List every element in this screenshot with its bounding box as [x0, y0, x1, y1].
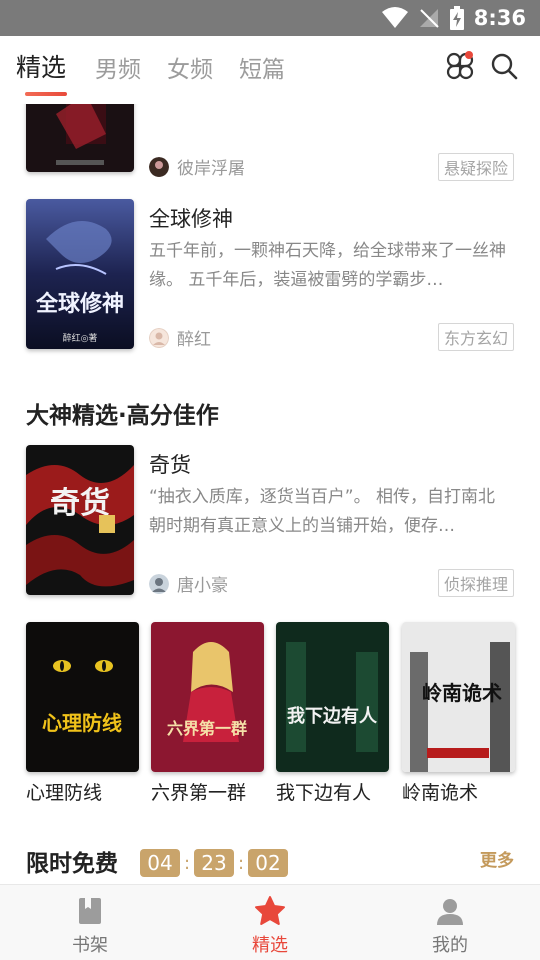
free-section-title: 限时免费 — [26, 851, 118, 877]
grid-book[interactable]: 岭南诡术 岭南诡术 — [402, 622, 515, 805]
tab-male[interactable]: 男频 — [95, 50, 141, 84]
countdown-seconds: 02 — [248, 849, 288, 877]
countdown-timer: 04 : 23 : 02 — [140, 849, 288, 877]
top-tab-bar: 精选 男频 女频 短篇 — [0, 36, 540, 104]
book-description: “抽衣入质库，逐货当百户”。 相传，自打南北朝时期有真正意义上的当铺开始，便存… — [149, 487, 496, 536]
author-avatar — [149, 156, 169, 177]
book-item[interactable]: 彼岸浮屠 悬疑探险 — [0, 104, 540, 184]
grid-book-title: 六界第一群 — [151, 782, 247, 804]
genre-tag: 东方玄幻 — [437, 323, 514, 351]
cover-title: 全球修神 — [35, 291, 124, 317]
genre-tag: 侦探推理 — [437, 569, 514, 597]
bookshelf-icon — [79, 898, 101, 924]
author-name: 醉红 — [177, 330, 211, 350]
no-signal-icon — [419, 9, 439, 28]
book-title: 全球修神 — [149, 207, 233, 231]
grid-book-cover: 六界第一群 — [151, 622, 264, 772]
cover-title: 岭南诡术 — [422, 681, 502, 705]
nav-label: 书架 — [72, 935, 108, 956]
battery-charging-icon — [449, 6, 464, 30]
grid-book-title: 心理防线 — [26, 782, 103, 804]
book-author: 唐小豪 — [149, 571, 228, 596]
bottom-navigation: 书架 精选 我的 — [0, 884, 540, 960]
tab-female[interactable]: 女频 — [167, 50, 213, 84]
profile-icon — [437, 899, 463, 925]
cover-title: 心理防线 — [42, 711, 122, 735]
tab-selected[interactable]: 精选 — [16, 48, 66, 84]
apps-icon[interactable] — [444, 50, 476, 82]
grid-book-cover: 心理防线 — [26, 622, 139, 772]
status-bar: 8:36 — [0, 0, 540, 36]
cover-author: 醉红◎著 — [63, 332, 98, 344]
wifi-icon — [381, 7, 408, 28]
nav-bookshelf[interactable]: 书架 — [30, 885, 150, 960]
grid-book-title: 我下边有人 — [276, 782, 372, 804]
book-item[interactable]: 全球修神 醉红◎著 全球修神 五千年前，一颗神石天降，给全球带来了一丝神缘。 五… — [0, 199, 540, 359]
grid-book-title: 岭南诡术 — [402, 782, 479, 804]
nav-label: 我的 — [432, 935, 468, 956]
genre-tag: 悬疑探险 — [437, 153, 514, 181]
search-icon[interactable] — [488, 50, 520, 82]
grid-book-cover: 我下边有人 — [276, 622, 389, 772]
book-cover: 奇货 — [26, 445, 134, 595]
author-avatar — [149, 327, 169, 348]
book-author: 醉红 — [149, 325, 211, 350]
content-scroll[interactable]: 彼岸浮屠 悬疑探险 全球修神 醉红◎著 全球修神 五千年前，一颗神石天降，给全球… — [0, 104, 540, 884]
book-title: 奇货 — [149, 453, 191, 477]
tab-indicator — [25, 92, 67, 96]
clock: 8:36 — [473, 6, 526, 30]
grid-book[interactable]: 六界第一群 六界第一群 — [151, 622, 264, 805]
grid-book-cover: 岭南诡术 — [402, 622, 515, 772]
nav-profile[interactable]: 我的 — [390, 885, 510, 960]
cover-title: 我下边有人 — [287, 705, 378, 727]
more-link[interactable]: 更多 — [480, 846, 514, 871]
book-cover: 全球修神 醉红◎著 — [26, 199, 134, 349]
nav-selected[interactable]: 精选 — [210, 885, 330, 960]
grid-book[interactable]: 我下边有人 我下边有人 — [276, 622, 389, 805]
star-icon — [255, 896, 285, 925]
book-cover — [26, 104, 134, 172]
countdown-hours: 04 — [140, 849, 180, 877]
tab-short[interactable]: 短篇 — [239, 50, 285, 84]
book-description: 五千年前，一颗神石天降，给全球带来了一丝神缘。 五千年后，装逼被雷劈的学霸步… — [149, 241, 506, 290]
author-avatar — [149, 573, 169, 594]
book-item[interactable]: 奇货 奇货 “抽衣入质库，逐货当百户”。 相传，自打南北朝时期有真正意义上的当铺… — [0, 445, 540, 605]
countdown-minutes: 23 — [194, 849, 234, 877]
grid-book[interactable]: 心理防线 心理防线 — [26, 622, 139, 805]
author-name: 彼岸浮屠 — [177, 159, 245, 179]
nav-label: 精选 — [252, 935, 288, 956]
book-author: 彼岸浮屠 — [149, 154, 245, 179]
section-title: 大神精选·高分佳作 — [26, 403, 219, 429]
cover-title: 六界第一群 — [167, 719, 247, 738]
author-name: 唐小豪 — [177, 576, 228, 596]
